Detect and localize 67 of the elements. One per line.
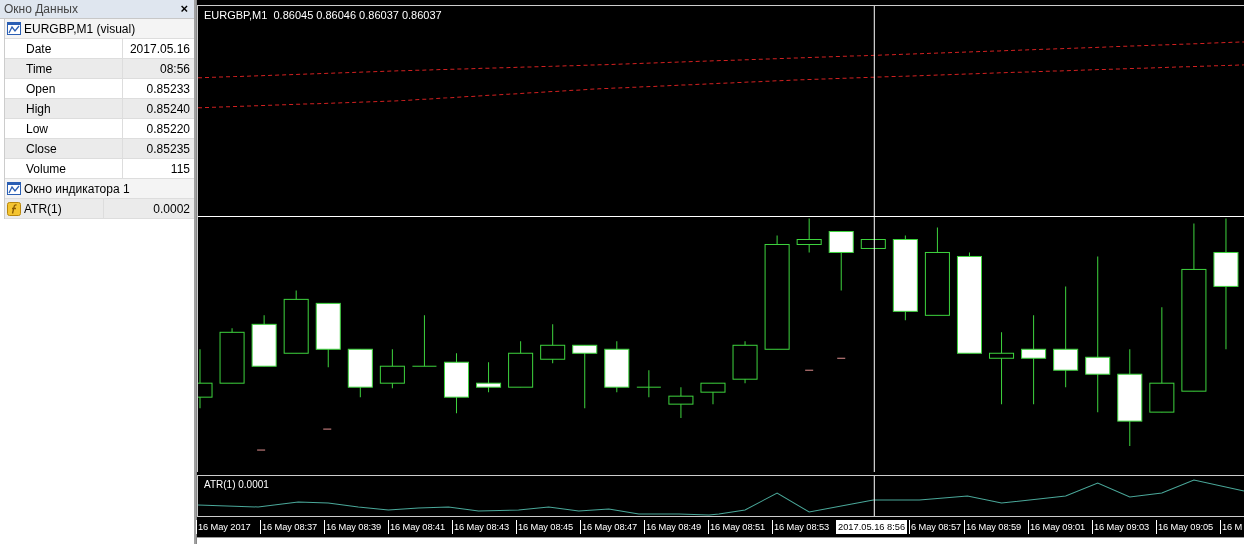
candlestick-drawing xyxy=(796,218,822,253)
chart-title: EURGBP,M1 0.86045 0.86046 0.86037 0.86037 xyxy=(204,9,442,21)
candlestick-drawing xyxy=(251,314,277,367)
candlestick-drawing xyxy=(700,382,726,405)
time-label: 16 May 2017 xyxy=(196,520,251,534)
time-label: 16 May 08:47 xyxy=(580,520,638,534)
row-label: Volume xyxy=(5,159,123,178)
candlestick-drawing xyxy=(668,386,694,419)
row-value: 0.85220 xyxy=(145,120,191,138)
row-value: 2017.05.16 xyxy=(128,40,191,58)
time-label: 16 May 09:05 xyxy=(1156,520,1214,534)
close-button[interactable]: × xyxy=(178,2,190,16)
time-label: 16 May 08:37 xyxy=(260,520,318,534)
row-label: Close xyxy=(5,139,123,158)
time-label: 16 May 08:51 xyxy=(708,520,766,534)
candlestick-drawing xyxy=(411,314,437,367)
time-label: 16 May 08:49 xyxy=(644,520,702,534)
row-label: High xyxy=(5,99,123,118)
time-label: 16 May 08:41 xyxy=(388,520,446,534)
candlestick-drawing xyxy=(540,323,566,364)
time-label: 16 May 08:53 xyxy=(772,520,830,534)
time-label: 16 May 08:45 xyxy=(516,520,574,534)
dash-mark xyxy=(256,449,266,451)
dash-mark xyxy=(836,357,846,359)
section-header[interactable]: Окно индикатора 1 xyxy=(5,179,194,199)
dash-mark xyxy=(804,369,814,371)
row-label: ATR(1) xyxy=(5,199,104,218)
row-label: Time xyxy=(5,59,123,78)
chart-icon xyxy=(7,22,21,35)
row-label: Open xyxy=(5,79,123,98)
row-value: 0.85240 xyxy=(145,100,191,118)
row-label: Low xyxy=(5,119,123,138)
cursor-time-label: 2017.05.16 8:56 xyxy=(836,520,908,534)
time-label: 16 M xyxy=(1220,520,1243,534)
candlestick-drawing xyxy=(379,348,405,389)
candlestick-drawing xyxy=(219,327,245,384)
candlestick-drawing xyxy=(860,239,886,249)
row-value: 115 xyxy=(169,160,191,178)
candlestick-drawing xyxy=(604,340,630,393)
time-label: 16 May 09:03 xyxy=(1092,520,1150,534)
dash-mark xyxy=(322,428,332,430)
candlestick-drawing xyxy=(315,302,341,368)
candlestick-drawing xyxy=(828,231,854,291)
row-label: Date xyxy=(5,39,123,58)
candlestick-drawing xyxy=(636,369,662,398)
time-label: 16 May 08:59 xyxy=(964,520,1022,534)
chart-icon xyxy=(7,182,21,195)
candlestick-drawing xyxy=(508,340,534,388)
time-label: 6 May 08:57 xyxy=(909,520,962,534)
time-label: 16 May 08:39 xyxy=(324,520,382,534)
candlestick-drawing xyxy=(476,361,502,393)
candlestick-drawing xyxy=(283,289,309,354)
crosshair-line xyxy=(873,476,875,516)
row-value: 0.85235 xyxy=(145,140,191,158)
time-label: 16 May 09:01 xyxy=(1028,520,1086,534)
time-label: 16 May 08:43 xyxy=(452,520,510,534)
row-value: 08:56 xyxy=(158,60,191,78)
function-icon xyxy=(7,201,21,216)
candlestick-drawing xyxy=(347,348,373,398)
row-value: 0.0002 xyxy=(152,200,191,218)
candlestick-drawing xyxy=(572,344,598,409)
indicator-title: ATR(1) 0.0001 xyxy=(204,479,269,490)
panel-title: Окно Данных xyxy=(4,2,78,16)
section-header[interactable]: EURGBP,M1 (visual) xyxy=(5,19,194,39)
row-value: 0.85233 xyxy=(145,80,191,98)
candlestick-drawing xyxy=(443,352,469,414)
candlestick-drawing xyxy=(732,340,758,384)
